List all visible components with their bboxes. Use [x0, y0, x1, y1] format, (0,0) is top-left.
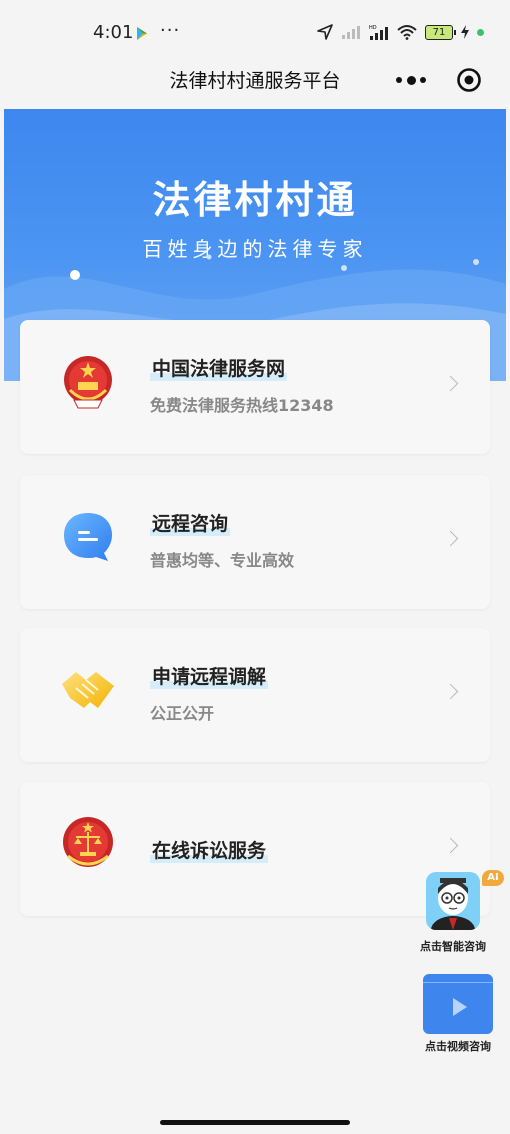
card-subtitle: 普惠均等、专业高效 — [150, 551, 295, 570]
card-title: 在线诉讼服务 — [150, 836, 269, 863]
privacy-dot-icon — [477, 28, 484, 36]
chevron-right-icon — [442, 375, 459, 392]
card-title: 申请远程调解 — [150, 662, 269, 689]
more-icon-right — [420, 77, 426, 83]
signal-hd-icon: HD — [369, 25, 388, 40]
court-emblem-icon — [63, 817, 113, 867]
location-arrow-icon — [317, 24, 333, 40]
card-subtitle: 免费法律服务热线12348 — [150, 396, 334, 415]
chevron-right-icon — [442, 683, 459, 700]
status-indicators: HD 71 — [317, 24, 484, 40]
more-icon — [396, 77, 402, 83]
handshake-icon — [62, 672, 114, 708]
record-icon[interactable] — [456, 67, 482, 93]
card-remote-consultation[interactable]: 远程咨询 普惠均等、专业高效 — [20, 475, 490, 609]
battery-icon: 71 — [425, 24, 456, 40]
page-title: 法律村村通服务平台 — [169, 70, 341, 92]
chat-bubble-icon — [64, 513, 112, 561]
nav-bar: 法律村村通服务平台 — [0, 52, 510, 108]
card-online-litigation[interactable]: 在线诉讼服务 — [20, 782, 490, 916]
more-button[interactable] — [396, 70, 426, 90]
more-icon-center — [406, 75, 416, 85]
wifi-icon — [397, 25, 417, 40]
ai-badge: AI — [482, 870, 504, 886]
home-indicator[interactable] — [160, 1120, 350, 1125]
charging-icon — [461, 25, 469, 39]
card-subtitle: 公正公开 — [150, 704, 215, 723]
play-store-icon — [137, 27, 147, 40]
card-title: 远程咨询 — [150, 509, 231, 536]
card-title: 中国法律服务网 — [150, 354, 288, 381]
hero-title: 法律村村通 — [152, 178, 358, 222]
status-more-icon: ··· — [160, 20, 181, 41]
status-time: 4:01 — [93, 22, 134, 43]
chevron-right-icon — [442, 530, 459, 547]
svg-text:HD: HD — [369, 25, 377, 31]
card-remote-mediation[interactable]: 申请远程调解 公正公开 — [20, 628, 490, 762]
national-emblem-icon — [64, 356, 112, 409]
video-consult-label: 点击视频咨询 — [425, 1040, 491, 1053]
chevron-right-icon — [442, 837, 459, 854]
card-legal-service-network[interactable]: 中国法律服务网 免费法律服务热线12348 — [20, 320, 490, 454]
signal-weak-icon — [342, 26, 360, 39]
battery-level: 71 — [432, 26, 446, 38]
ai-consult-label: 点击智能咨询 — [420, 940, 486, 953]
video-consult-button[interactable] — [423, 974, 493, 1034]
ai-lawyer-avatar-icon — [426, 872, 480, 930]
play-icon — [453, 998, 467, 1016]
